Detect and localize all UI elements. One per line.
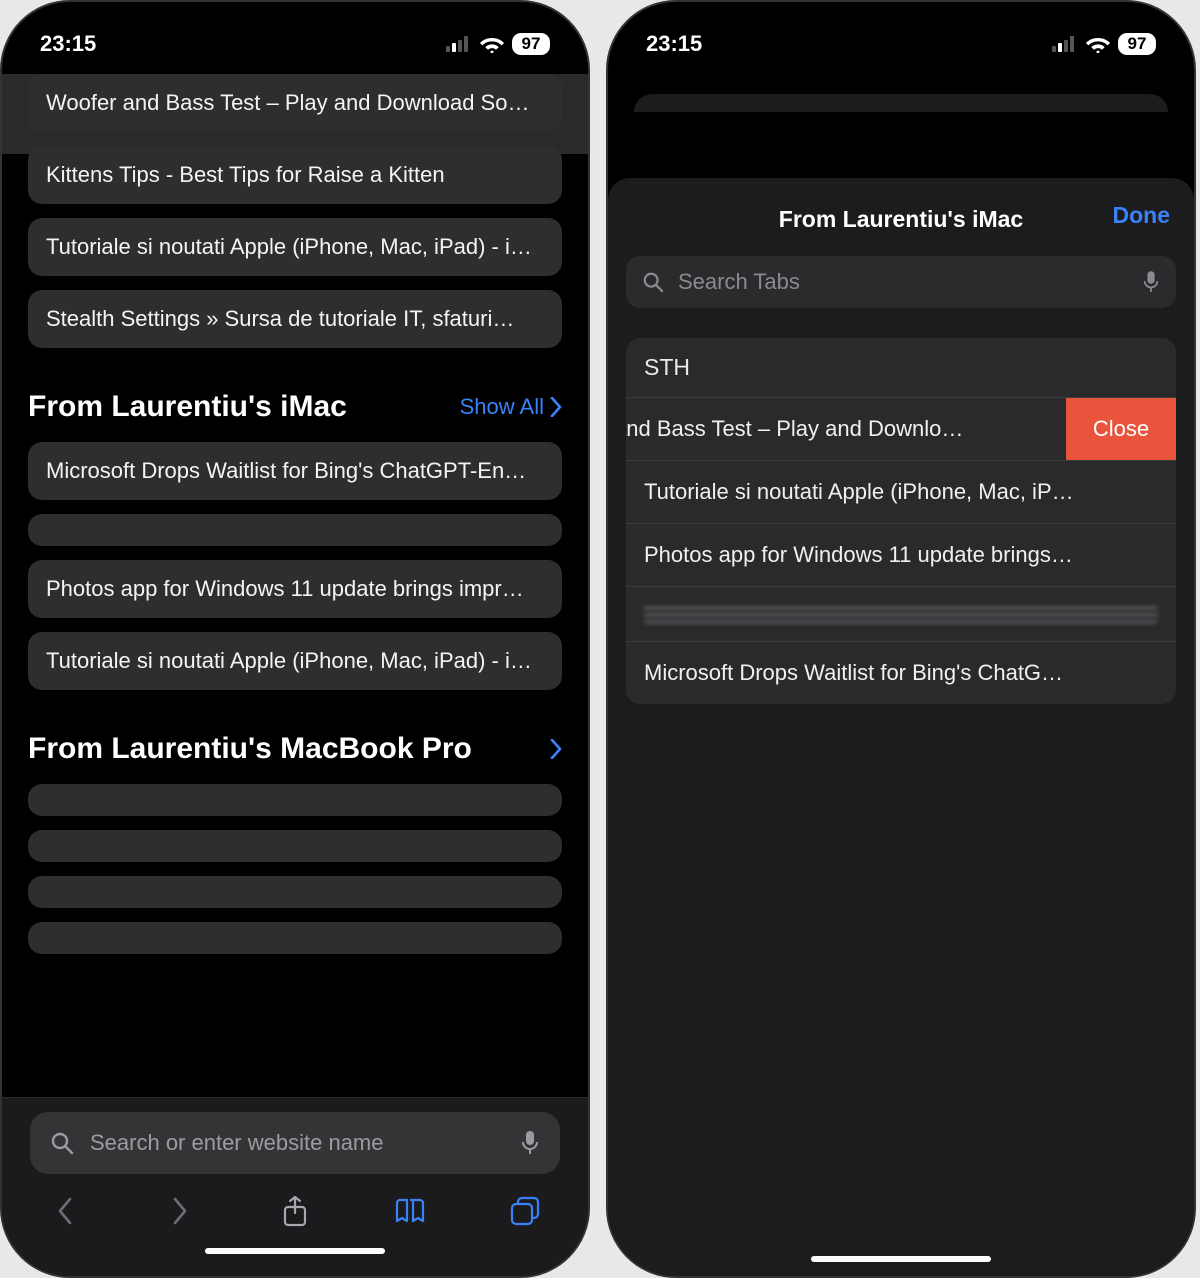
safari-start-page[interactable]: Woofer and Bass Test – Play and Download… — [2, 74, 588, 1097]
tab-item[interactable]: Photos app for Windows 11 update brings … — [28, 560, 562, 618]
tab-row-label: and Bass Test – Play and Downlo… — [626, 416, 963, 442]
search-icon — [642, 271, 664, 293]
tab-item[interactable]: Tutoriale si noutati Apple (iPhone, Mac,… — [28, 632, 562, 690]
tabs-button[interactable] — [508, 1194, 542, 1228]
home-indicator[interactable] — [811, 1256, 991, 1262]
tab-item[interactable]: Kittens Tips - Best Tips for Raise a Kit… — [28, 146, 562, 204]
background-card-peek — [634, 94, 1168, 112]
tab-row[interactable]: Microsoft Drops Waitlist for Bing's Chat… — [626, 641, 1176, 704]
done-button[interactable]: Done — [1113, 202, 1171, 229]
tab-item[interactable] — [28, 514, 562, 546]
section-title-macbook: From Laurentiu's MacBook Pro — [28, 732, 472, 766]
tab-row-label — [644, 605, 1158, 623]
tab-item[interactable]: Tutoriale si noutati Apple (iPhone, Mac,… — [28, 218, 562, 276]
tab-row[interactable]: and Bass Test – Play and Downlo… Close — [626, 397, 1176, 460]
search-tabs-input[interactable]: Search Tabs — [626, 256, 1176, 308]
cellular-icon — [1052, 36, 1078, 52]
status-bar: 23:15 97 — [2, 2, 588, 74]
home-indicator[interactable] — [205, 1248, 385, 1254]
tab-row[interactable]: Tutoriale si noutati Apple (iPhone, Mac,… — [626, 460, 1176, 523]
address-bar[interactable]: Search or enter website name — [30, 1112, 560, 1174]
search-icon — [50, 1131, 74, 1155]
mic-icon[interactable] — [520, 1130, 540, 1156]
chevron-right-icon — [550, 739, 562, 759]
bookmarks-button[interactable] — [393, 1194, 427, 1228]
tab-row-label: Microsoft Drops Waitlist for Bing's Chat… — [644, 660, 1063, 685]
tab-item[interactable] — [28, 922, 562, 954]
tab-row[interactable]: Photos app for Windows 11 update brings… — [626, 523, 1176, 586]
wifi-icon — [480, 35, 504, 53]
back-button[interactable] — [48, 1194, 82, 1228]
status-time: 23:15 — [646, 31, 702, 57]
battery-badge: 97 — [1118, 33, 1156, 55]
status-bar: 23:15 97 — [608, 2, 1194, 74]
show-all-button[interactable] — [550, 739, 562, 759]
phone-left: 23:15 97 Woofer and Bass Test – Play and — [0, 0, 590, 1278]
tab-group: STH and Bass Test – Play and Downlo… Clos… — [626, 338, 1176, 704]
sheet-title: From Laurentiu's iMac — [779, 206, 1023, 233]
tab-item[interactable]: Stealth Settings » Sursa de tutoriale IT… — [28, 290, 562, 348]
share-button[interactable] — [278, 1194, 312, 1228]
tab-item[interactable]: Woofer and Bass Test – Play and Download… — [28, 74, 562, 132]
section-title-imac: From Laurentiu's iMac — [28, 390, 347, 424]
forward-button[interactable] — [163, 1194, 197, 1228]
address-placeholder: Search or enter website name — [90, 1130, 504, 1156]
tab-row[interactable] — [626, 586, 1176, 641]
tab-item[interactable] — [28, 830, 562, 862]
cellular-icon — [446, 36, 472, 52]
tab-item[interactable] — [28, 876, 562, 908]
tabs-sheet: From Laurentiu's iMac Done Search Tabs S… — [608, 178, 1194, 1276]
close-tab-button[interactable]: Close — [1066, 398, 1176, 460]
battery-badge: 97 — [512, 33, 550, 55]
show-all-button[interactable]: Show All — [460, 394, 562, 420]
tab-item[interactable] — [28, 784, 562, 816]
wifi-icon — [1086, 35, 1110, 53]
safari-bottom-bar: Search or enter website name — [2, 1097, 588, 1276]
tab-item[interactable]: Microsoft Drops Waitlist for Bing's Chat… — [28, 442, 562, 500]
search-placeholder: Search Tabs — [678, 269, 1128, 295]
status-time: 23:15 — [40, 31, 96, 57]
mic-icon[interactable] — [1142, 270, 1160, 294]
tab-group-label: STH — [626, 338, 1176, 397]
phone-right: 23:15 97 — [606, 0, 1196, 1278]
chevron-right-icon — [550, 397, 562, 417]
tab-row-label: Tutoriale si noutati Apple (iPhone, Mac,… — [644, 479, 1074, 504]
tab-row-label: Photos app for Windows 11 update brings… — [644, 542, 1073, 567]
